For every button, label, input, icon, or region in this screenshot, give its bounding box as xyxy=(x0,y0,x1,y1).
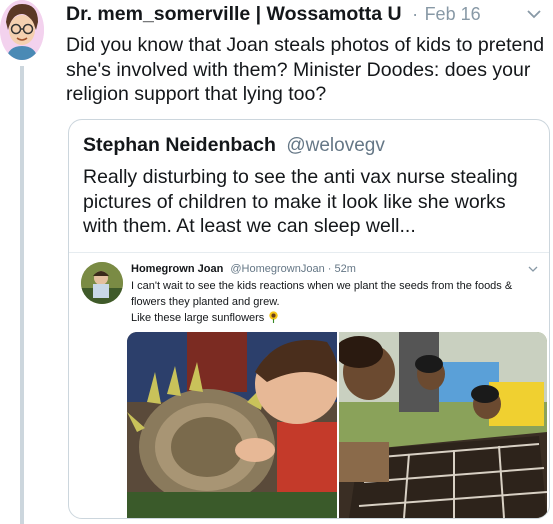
inner-text-line3: Like these large sunflowers xyxy=(131,312,265,324)
inner-text-line2: flowers they planted and grew. xyxy=(131,296,280,308)
inner-author-handle: @HomegrownJoan · 52m xyxy=(230,263,356,275)
photo-child-sunflower[interactable] xyxy=(127,332,337,518)
inner-avatar xyxy=(81,262,123,304)
quoted-author-name: Stephan Neidenbach xyxy=(83,134,276,156)
quoted-tweet[interactable]: Stephan Neidenbach @welovegv Really dist… xyxy=(68,119,550,519)
quoted-author-handle: @welovegv xyxy=(286,135,385,156)
tweet-date[interactable]: Feb 16 xyxy=(425,4,481,24)
quoted-text: Really disturbing to see the anti vax nu… xyxy=(83,166,518,237)
inner-text-line1: I can't wait to see the kids reactions w… xyxy=(131,280,513,292)
inner-author-name: Homegrown Joan xyxy=(131,263,224,275)
photo-grid xyxy=(127,332,547,518)
separator-dot: · xyxy=(412,4,419,24)
author-name[interactable]: Dr. mem_somerville | Wossamotta U xyxy=(66,3,402,25)
tweet-header: Dr. mem_somerville | Wossamotta U · Feb … xyxy=(66,3,543,29)
photo-kids-garden[interactable] xyxy=(339,332,547,518)
quoted-header: Stephan Neidenbach @welovegv xyxy=(83,134,385,157)
thread-line xyxy=(20,66,24,524)
inner-chevron-down-icon xyxy=(528,266,538,272)
inner-text-line3-wrap: Like these large sunflowers xyxy=(131,310,537,326)
author-avatar[interactable] xyxy=(0,0,44,60)
inner-header: Homegrown Joan @HomegrownJoan · 52m xyxy=(131,263,541,275)
chevron-down-icon[interactable] xyxy=(525,5,543,23)
divider xyxy=(69,252,549,253)
tweet-text: Did you know that Joan steals photos of … xyxy=(66,34,545,105)
inner-text: I can't wait to see the kids reactions w… xyxy=(131,278,537,326)
sunflower-emoji-icon xyxy=(269,311,278,323)
